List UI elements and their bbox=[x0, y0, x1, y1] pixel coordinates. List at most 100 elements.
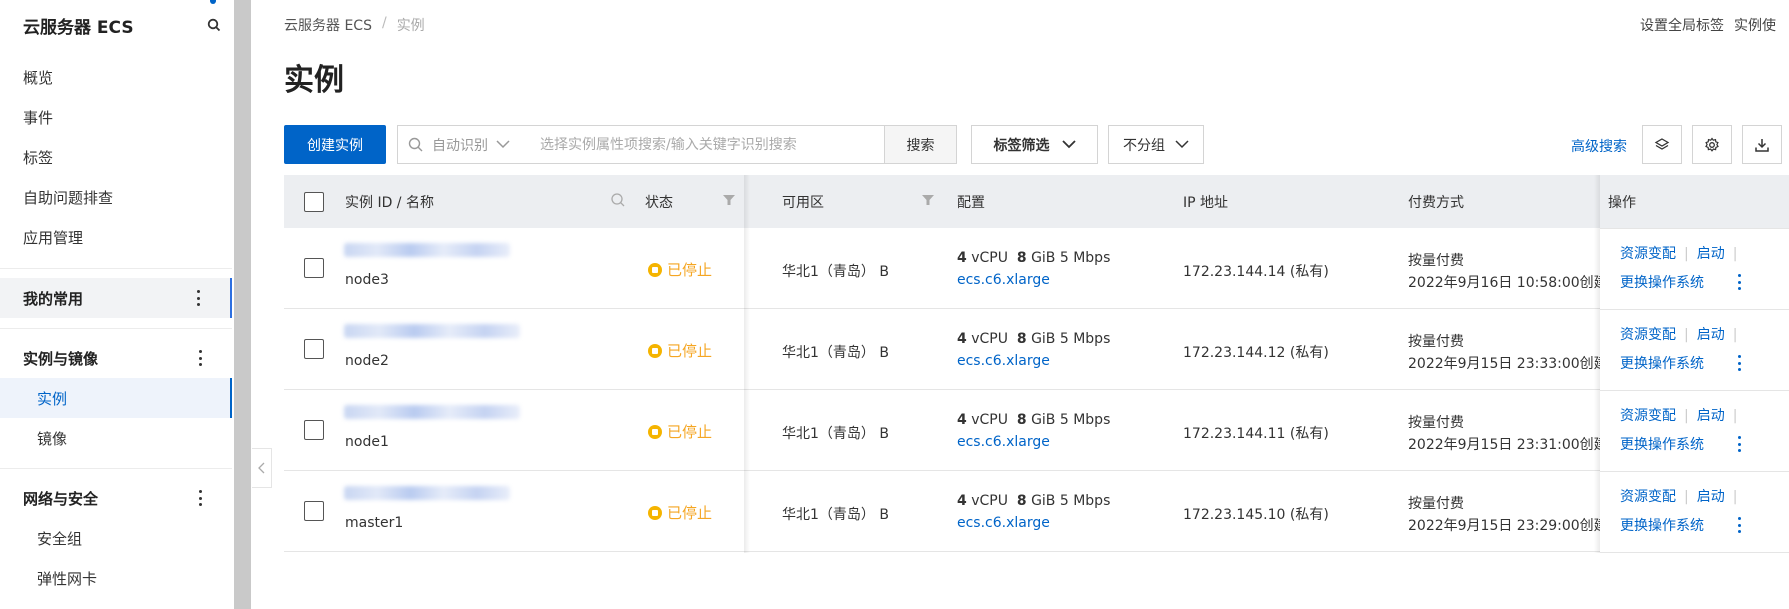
table-row: node1 已停止 华北1（青岛） B 4 vCPU 8 GiB 5 Mbps … bbox=[284, 390, 1789, 471]
row-checkbox[interactable] bbox=[304, 420, 324, 440]
change-os-link[interactable]: 更换操作系统 bbox=[1620, 272, 1704, 292]
column-header-zone: 可用区 bbox=[782, 194, 824, 211]
sidebar-item-images[interactable]: 镜像 bbox=[0, 418, 232, 458]
collapse-icon[interactable] bbox=[252, 448, 272, 488]
cpu-unit: vCPU bbox=[971, 250, 1008, 266]
row-checkbox[interactable] bbox=[304, 501, 324, 521]
search-icon bbox=[398, 137, 432, 152]
row-checkbox[interactable] bbox=[304, 339, 324, 359]
memory-size: 8 bbox=[1016, 412, 1027, 428]
breadcrumb-current: 实例 bbox=[396, 18, 425, 34]
select-all-checkbox[interactable] bbox=[304, 192, 324, 212]
filter-icon[interactable] bbox=[921, 193, 935, 211]
change-os-link[interactable]: 更换操作系统 bbox=[1620, 434, 1704, 454]
search-icon[interactable] bbox=[205, 16, 223, 34]
layers-icon[interactable] bbox=[1642, 125, 1682, 164]
start-link[interactable]: 启动 bbox=[1697, 246, 1725, 262]
sidebar-item-instances[interactable]: 实例 bbox=[0, 378, 232, 418]
resize-resource-link[interactable]: 资源变配 bbox=[1620, 327, 1676, 343]
more-icon[interactable] bbox=[1737, 355, 1741, 371]
more-icon[interactable] bbox=[198, 350, 202, 366]
sidebar-item-events[interactable]: 事件 bbox=[0, 97, 232, 137]
more-icon[interactable] bbox=[1737, 274, 1741, 290]
breadcrumb: 云服务器 ECS / 实例 bbox=[284, 15, 425, 35]
instance-use-link[interactable]: 实例使 bbox=[1734, 15, 1776, 35]
instance-type-link[interactable]: ecs.c6.xlarge bbox=[957, 353, 1050, 369]
search-icon[interactable] bbox=[610, 192, 626, 212]
column-header-actions: 操作 bbox=[1608, 194, 1636, 211]
status-stopped-icon bbox=[648, 343, 662, 358]
column-header-billing: 付费方式 bbox=[1408, 194, 1464, 211]
ip-address: 172.23.145.10 (私有) bbox=[1183, 507, 1329, 523]
more-icon[interactable] bbox=[1737, 517, 1741, 533]
start-link[interactable]: 启动 bbox=[1697, 327, 1725, 343]
status-badge: 已停止 bbox=[648, 340, 712, 361]
status-label: 已停止 bbox=[667, 504, 713, 522]
sidebar-title: 云服务器 ECS bbox=[23, 17, 134, 38]
more-icon[interactable] bbox=[198, 490, 202, 506]
sidebar-scrollbar[interactable] bbox=[234, 0, 251, 609]
sidebar-group-instances-images[interactable]: 实例与镜像 bbox=[0, 338, 232, 378]
table-row: master1 已停止 华北1（青岛） B 4 vCPU 8 GiB 5 Mbp… bbox=[284, 471, 1789, 552]
sidebar-group-label: 网络与安全 bbox=[23, 489, 99, 508]
config-spec: 4 vCPU 8 GiB 5 Mbps bbox=[957, 493, 1110, 509]
resize-resource-link[interactable]: 资源变配 bbox=[1620, 489, 1676, 505]
memory-bandwidth: GiB 5 Mbps bbox=[1031, 331, 1111, 347]
instance-type-link[interactable]: ecs.c6.xlarge bbox=[957, 515, 1050, 531]
row-divider bbox=[1600, 309, 1789, 310]
ip-address: 172.23.144.11 (私有) bbox=[1183, 426, 1329, 442]
sidebar-item-tags[interactable]: 标签 bbox=[0, 137, 232, 177]
instance-type-link[interactable]: ecs.c6.xlarge bbox=[957, 434, 1050, 450]
group-select[interactable]: 不分组 bbox=[1108, 125, 1204, 164]
global-tags-link[interactable]: 设置全局标签 bbox=[1640, 15, 1724, 35]
row-divider bbox=[1600, 552, 1789, 553]
chevron-down-icon bbox=[1061, 140, 1076, 149]
resize-resource-link[interactable]: 资源变配 bbox=[1620, 408, 1676, 424]
row-actions: 资源变配 | 启动 | bbox=[1620, 489, 1738, 505]
sidebar-divider bbox=[0, 328, 232, 329]
search-button[interactable]: 搜索 bbox=[884, 126, 956, 163]
breadcrumb-root[interactable]: 云服务器 ECS bbox=[284, 15, 372, 35]
change-os-link[interactable]: 更换操作系统 bbox=[1620, 353, 1704, 373]
created-time: 2022年9月15日 23:29:00创建 bbox=[1408, 518, 1608, 534]
advanced-search-link[interactable]: 高级搜索 bbox=[1571, 136, 1627, 156]
status-badge: 已停止 bbox=[648, 259, 712, 280]
start-link[interactable]: 启动 bbox=[1697, 408, 1725, 424]
sidebar-item-app-management[interactable]: 应用管理 bbox=[0, 217, 232, 257]
gear-icon[interactable] bbox=[1692, 125, 1732, 164]
instance-name: node1 bbox=[345, 434, 389, 450]
tag-filter-button[interactable]: 标签筛选 bbox=[971, 125, 1098, 164]
instance-type-link[interactable]: ecs.c6.xlarge bbox=[957, 272, 1050, 288]
more-icon[interactable] bbox=[1737, 436, 1741, 452]
create-instance-button[interactable]: 创建实例 bbox=[284, 125, 386, 164]
change-os-link[interactable]: 更换操作系统 bbox=[1620, 515, 1704, 535]
status-label: 已停止 bbox=[667, 261, 713, 279]
resize-resource-link[interactable]: 资源变配 bbox=[1620, 246, 1676, 262]
row-checkbox[interactable] bbox=[304, 258, 324, 278]
instance-id-redacted[interactable] bbox=[344, 405, 520, 419]
sidebar-group-network-security[interactable]: 网络与安全 bbox=[0, 478, 232, 518]
instance-name: master1 bbox=[345, 515, 404, 531]
column-header-id-name: 实例 ID / 名称 bbox=[345, 194, 434, 211]
billing-type: 按量付费 bbox=[1408, 496, 1464, 512]
sidebar-item-self-troubleshoot[interactable]: 自助问题排查 bbox=[0, 177, 232, 217]
sidebar-group-favorites[interactable]: 我的常用 bbox=[0, 278, 232, 318]
filter-icon[interactable] bbox=[722, 193, 736, 211]
instance-id-redacted[interactable] bbox=[344, 243, 510, 257]
download-icon[interactable] bbox=[1742, 125, 1782, 164]
instance-id-redacted[interactable] bbox=[344, 324, 520, 338]
search-input[interactable] bbox=[528, 126, 884, 163]
cpu-count: 4 bbox=[957, 250, 967, 266]
sidebar-item-security-groups[interactable]: 安全组 bbox=[0, 518, 232, 558]
search-mode-select[interactable]: 自动识别 bbox=[432, 135, 528, 155]
more-icon[interactable] bbox=[196, 290, 200, 306]
cpu-count: 4 bbox=[957, 331, 967, 347]
status-label: 已停止 bbox=[667, 342, 713, 360]
instance-id-redacted[interactable] bbox=[344, 486, 510, 500]
sidebar-item-eni[interactable]: 弹性网卡 bbox=[0, 558, 232, 598]
row-divider bbox=[1600, 471, 1789, 472]
instance-name: node2 bbox=[345, 353, 389, 369]
sidebar-divider bbox=[0, 268, 232, 269]
sidebar-item-overview[interactable]: 概览 bbox=[0, 57, 232, 97]
start-link[interactable]: 启动 bbox=[1697, 489, 1725, 505]
